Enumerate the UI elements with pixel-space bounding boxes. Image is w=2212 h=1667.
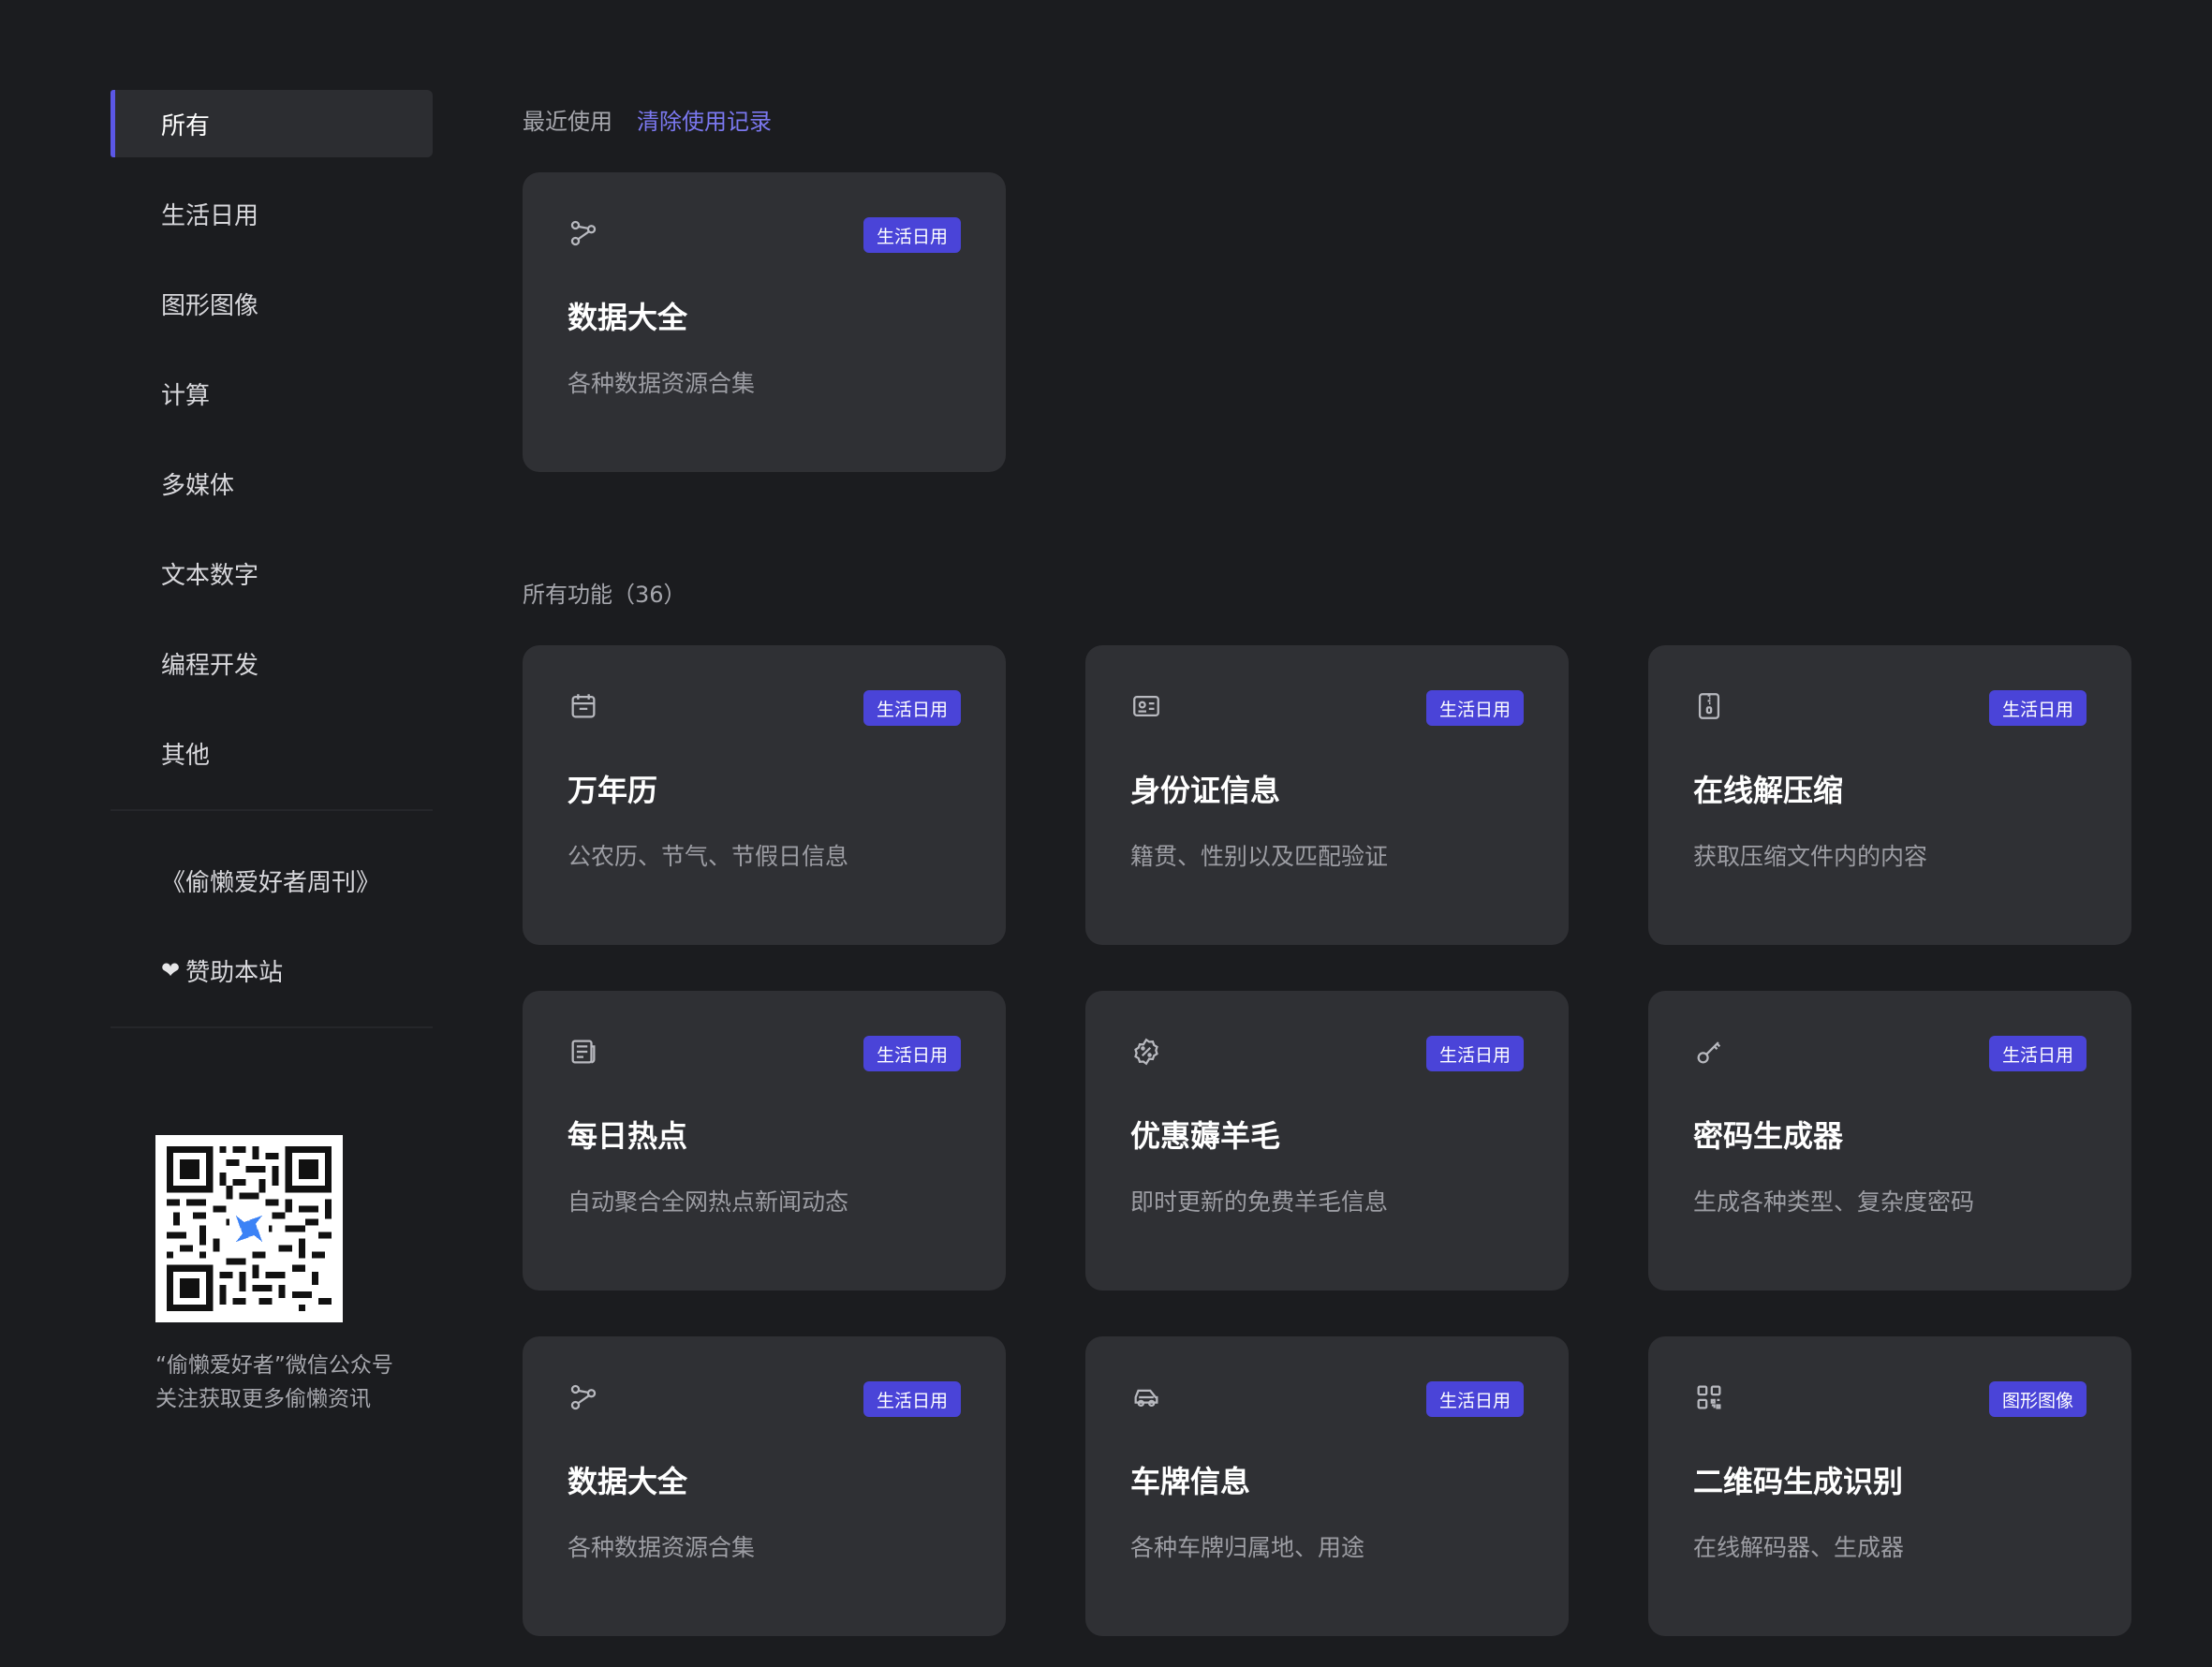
tool-card[interactable]: 生活日用 在线解压缩 获取压缩文件内的内容 <box>1648 645 2131 945</box>
zip-file-icon <box>1693 690 1725 722</box>
sidebar-item-daily[interactable]: 生活日用 <box>111 180 433 247</box>
calendar-icon <box>568 690 599 722</box>
recent-tool-card[interactable]: 生活日用 数据大全 各种数据资源合集 <box>523 172 1006 472</box>
share-nodes-icon <box>568 1381 599 1413</box>
sidebar-item-label: 文本数字 <box>161 561 259 590</box>
sidebar-item-label: 计算 <box>161 381 211 410</box>
id-card-icon <box>1130 690 1162 722</box>
sidebar-divider <box>111 1026 433 1028</box>
category-badge: 生活日用 <box>1988 690 2087 726</box>
card-description: 生成各种类型、复杂度密码 <box>1693 1188 1975 1216</box>
qr-caption-line: “偷懒爱好者”微信公众号 <box>155 1353 393 1378</box>
category-badge: 生活日用 <box>863 217 961 253</box>
all-section-title: 所有功能（36） <box>523 582 686 608</box>
tool-card[interactable]: 生活日用 优惠薅羊毛 即时更新的免费羊毛信息 <box>1085 991 1569 1291</box>
card-title: 密码生成器 <box>1693 1118 1844 1154</box>
heart-icon: ❤ <box>161 957 181 983</box>
clear-history-link[interactable]: 清除使用记录 <box>637 103 772 136</box>
sidebar-item-calculate[interactable]: 计算 <box>111 360 433 427</box>
card-title: 车牌信息 <box>1130 1464 1251 1499</box>
tool-card[interactable]: 生活日用 每日热点 自动聚合全网热点新闻动态 <box>523 991 1006 1291</box>
card-title: 万年历 <box>568 773 658 808</box>
sidebar-item-label: 所有 <box>161 111 211 140</box>
card-title: 数据大全 <box>568 300 688 335</box>
tool-card[interactable]: 图形图像 二维码生成识别 在线解码器、生成器 <box>1648 1336 2131 1636</box>
card-description: 各种数据资源合集 <box>568 1534 756 1561</box>
card-description: 各种数据资源合集 <box>568 370 756 397</box>
category-badge: 生活日用 <box>863 1036 961 1071</box>
sidebar-item-label: 生活日用 <box>161 201 259 230</box>
card-title: 二维码生成识别 <box>1693 1464 1904 1499</box>
tool-card[interactable]: 生活日用 身份证信息 籍贯、性别以及匹配验证 <box>1085 645 1569 945</box>
card-title: 优惠薅羊毛 <box>1130 1118 1281 1154</box>
sidebar-item-label: 图形图像 <box>161 291 259 320</box>
card-description: 公农历、节气、节假日信息 <box>568 843 849 870</box>
tool-card[interactable]: 生活日用 密码生成器 生成各种类型、复杂度密码 <box>1648 991 2131 1291</box>
discount-icon <box>1130 1036 1162 1068</box>
sidebar-item-all[interactable]: 所有 <box>111 90 433 157</box>
car-icon <box>1130 1381 1162 1413</box>
tool-card[interactable]: 生活日用 万年历 公农历、节气、节假日信息 <box>523 645 1006 945</box>
card-description: 各种车牌归属地、用途 <box>1130 1534 1365 1561</box>
category-badge: 生活日用 <box>1425 1036 1524 1071</box>
sidebar-item-programming[interactable]: 编程开发 <box>111 629 433 697</box>
category-badge: 生活日用 <box>1988 1036 2087 1071</box>
sidebar-item-label: 编程开发 <box>161 651 259 680</box>
sidebar: 所有 生活日用 图形图像 计算 多媒体 文本数字 编程开发 其他 《偷懒爱好者周… <box>111 90 433 1064</box>
card-title: 在线解压缩 <box>1693 773 1844 808</box>
recent-section-title: 最近使用 <box>523 109 612 135</box>
sidebar-item-multimedia[interactable]: 多媒体 <box>111 450 433 517</box>
sidebar-item-other[interactable]: 其他 <box>111 719 433 787</box>
qr-caption: “偷懒爱好者”微信公众号 关注获取更多偷懒资讯 <box>155 1349 436 1416</box>
wechat-qr-code <box>155 1135 343 1322</box>
key-icon <box>1693 1036 1725 1068</box>
card-title: 每日热点 <box>568 1118 688 1154</box>
card-description: 即时更新的免费羊毛信息 <box>1130 1188 1389 1216</box>
tool-card[interactable]: 生活日用 车牌信息 各种车牌归属地、用途 <box>1085 1336 1569 1636</box>
sidebar-item-graphics[interactable]: 图形图像 <box>111 270 433 337</box>
all-section-header: 所有功能（36） <box>523 576 686 609</box>
card-description: 自动聚合全网热点新闻动态 <box>568 1188 849 1216</box>
card-description: 籍贯、性别以及匹配验证 <box>1130 843 1389 870</box>
qr-caption-line: 关注获取更多偷懒资讯 <box>155 1387 371 1411</box>
category-badge: 生活日用 <box>1425 690 1524 726</box>
sponsor-link[interactable]: ❤ 赞助本站 <box>111 937 433 1004</box>
qr-code-image <box>167 1146 332 1311</box>
weekly-link[interactable]: 《偷懒爱好者周刊》 <box>111 847 433 914</box>
weekly-label: 《偷懒爱好者周刊》 <box>161 868 381 897</box>
card-description: 获取压缩文件内的内容 <box>1693 843 1928 870</box>
card-description: 在线解码器、生成器 <box>1693 1534 1905 1561</box>
category-badge: 图形图像 <box>1988 1381 2087 1417</box>
newspaper-icon <box>568 1036 599 1068</box>
sidebar-divider <box>111 809 433 811</box>
category-badge: 生活日用 <box>1425 1381 1524 1417</box>
category-badge: 生活日用 <box>863 1381 961 1417</box>
sponsor-label: 赞助本站 <box>185 958 284 987</box>
share-nodes-icon <box>568 217 599 249</box>
sidebar-item-label: 多媒体 <box>161 471 235 500</box>
sidebar-item-label: 其他 <box>161 741 211 770</box>
recent-section-header: 最近使用 清除使用记录 <box>523 103 772 136</box>
card-title: 身份证信息 <box>1130 773 1281 808</box>
category-badge: 生活日用 <box>863 690 961 726</box>
sidebar-item-text-number[interactable]: 文本数字 <box>111 539 433 607</box>
card-title: 数据大全 <box>568 1464 688 1499</box>
tool-card[interactable]: 生活日用 数据大全 各种数据资源合集 <box>523 1336 1006 1636</box>
qrcode-icon <box>1693 1381 1725 1413</box>
